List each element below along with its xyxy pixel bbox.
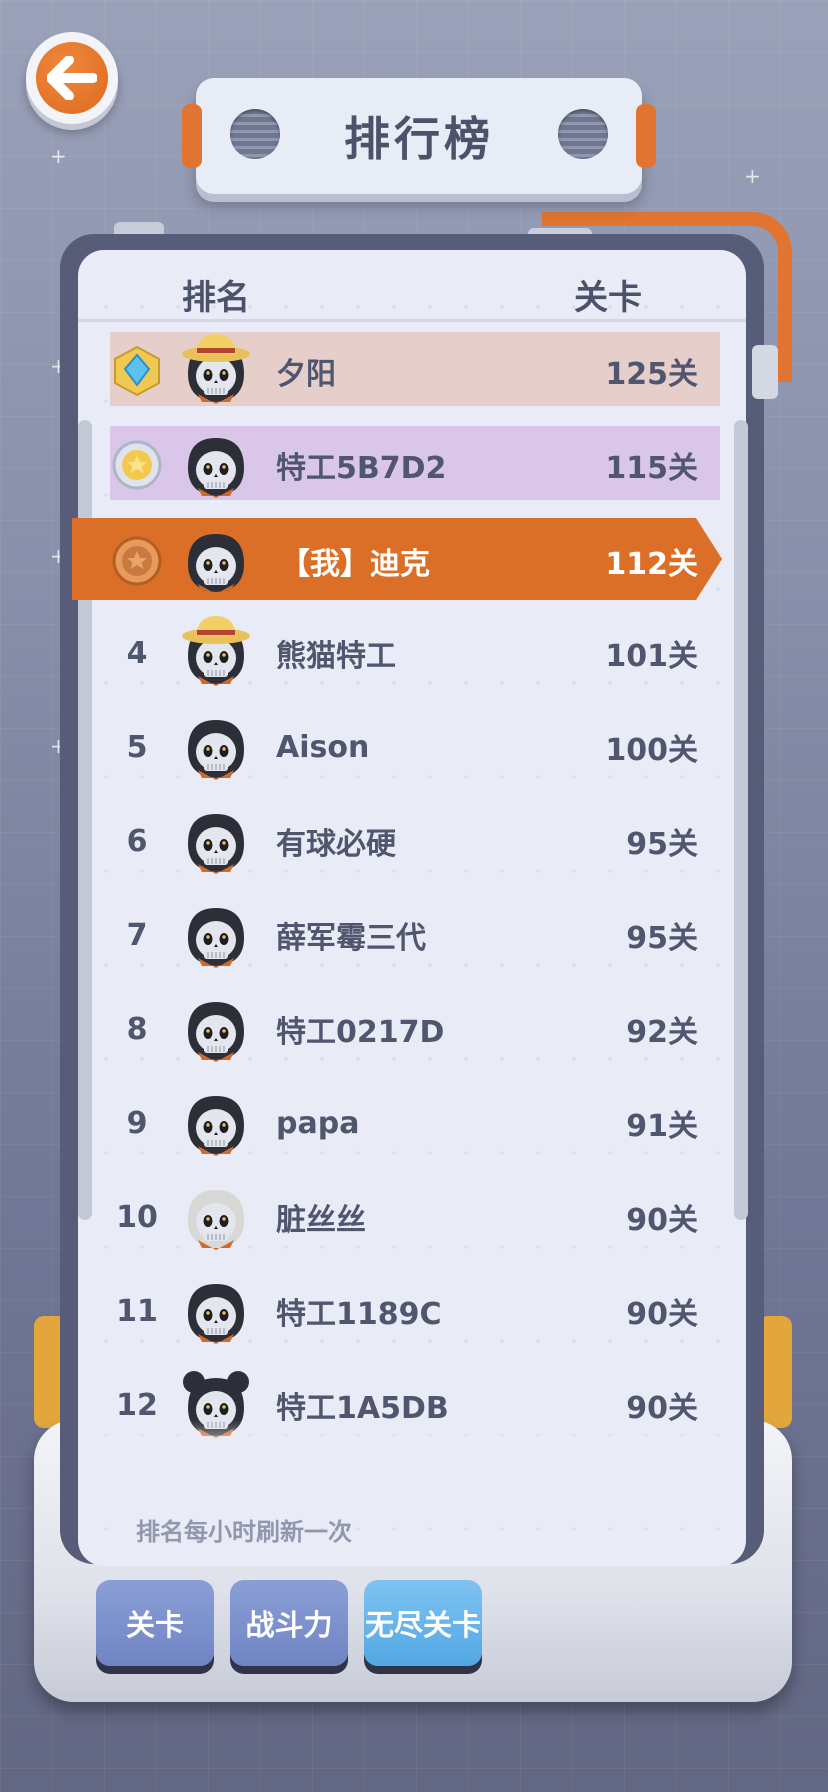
title-plate: 排行榜: [182, 78, 656, 194]
tab-level-label: 关卡: [125, 1608, 184, 1642]
table-row[interactable]: 6 有球必硬 95关: [78, 794, 746, 888]
avatar[interactable]: [182, 334, 250, 406]
title-plate-tab: [636, 104, 656, 168]
player-level: 101关: [605, 639, 698, 674]
player-name: 熊猫特工: [276, 639, 396, 674]
rank-column-header: 排名: [182, 278, 250, 318]
player-name: 特工1189C: [276, 1297, 442, 1332]
bolt-icon: [558, 109, 608, 159]
player-name: 薛军霉三代: [276, 921, 426, 956]
table-row[interactable]: 9 papa 91关: [78, 1076, 746, 1170]
player-name: 【我】迪克: [280, 547, 430, 582]
table-row[interactable]: 8 特工0217D 92关: [78, 982, 746, 1076]
bronze-star-medal-icon: [102, 514, 172, 608]
player-level: 92关: [626, 1015, 698, 1050]
rank-number: 9: [126, 1105, 148, 1141]
avatar[interactable]: [182, 1274, 250, 1346]
hose-end-decor: [752, 345, 778, 399]
avatar[interactable]: [182, 616, 250, 688]
table-row[interactable]: 10 脏丝丝 90关: [78, 1170, 746, 1264]
avatar[interactable]: [182, 710, 250, 782]
list-fade: [78, 1420, 746, 1490]
player-name: 脏丝丝: [276, 1203, 366, 1238]
bolt-icon: [230, 109, 280, 159]
table-row[interactable]: 7 薛军霉三代 95关: [78, 888, 746, 982]
player-name: Aison: [276, 729, 370, 765]
avatar[interactable]: [182, 1086, 250, 1158]
player-name: 夕阳: [276, 357, 336, 392]
player-level: 115关: [605, 451, 698, 486]
refresh-note: 排名每小时刷新一次: [136, 1518, 352, 1546]
avatar[interactable]: [182, 992, 250, 1064]
my-rank-row[interactable]: 【我】迪克 112关: [78, 514, 746, 608]
table-row[interactable]: 特工5B7D2 115关: [78, 418, 746, 512]
player-level: 90关: [626, 1203, 698, 1238]
avatar[interactable]: [182, 1180, 250, 1252]
player-level: 125关: [605, 357, 698, 392]
avatar[interactable]: [182, 898, 250, 970]
diamond-medal-icon: [102, 324, 172, 418]
silver-star-medal-icon: [102, 418, 172, 512]
rank-number: 11: [116, 1293, 158, 1329]
plus-decor: +: [744, 164, 761, 188]
page-title: 排行榜: [344, 112, 494, 166]
table-row[interactable]: 5 Aison 100关: [78, 700, 746, 794]
rank-number: 8: [126, 1011, 148, 1047]
player-level: 100关: [605, 733, 698, 768]
player-level: 95关: [626, 827, 698, 862]
rank-number: 5: [126, 729, 148, 765]
tab-level[interactable]: 关卡: [96, 1580, 214, 1666]
tab-endless-label: 无尽关卡: [364, 1608, 481, 1642]
player-name: 特工5B7D2: [276, 451, 447, 486]
avatar[interactable]: [182, 804, 250, 876]
table-row[interactable]: 夕阳 125关: [78, 324, 746, 418]
leaderboard-list[interactable]: 夕阳 125关 特工5B7D2 115关 4 熊猫特工 101关 5 Aison…: [78, 324, 746, 1484]
player-name: 有球必硬: [276, 827, 396, 862]
title-plate-tab: [182, 104, 202, 168]
rank-number: 7: [126, 917, 148, 953]
player-level: 91关: [626, 1109, 698, 1144]
tab-power-label: 战斗力: [245, 1608, 333, 1642]
rank-number: 6: [126, 823, 148, 859]
rank-number: 4: [126, 635, 148, 671]
player-level: 112关: [605, 547, 698, 582]
player-name: papa: [276, 1105, 360, 1141]
player-level: 95关: [626, 921, 698, 956]
player-name: 特工0217D: [276, 1015, 445, 1050]
level-column-header: 关卡: [574, 278, 642, 318]
avatar[interactable]: [182, 428, 250, 500]
table-row[interactable]: 4 熊猫特工 101关: [78, 606, 746, 700]
back-button[interactable]: [26, 32, 118, 124]
table-header: 排名 关卡: [78, 262, 746, 322]
back-arrow-icon: [36, 42, 108, 114]
player-level: 90关: [626, 1297, 698, 1332]
tab-endless[interactable]: 无尽关卡: [364, 1580, 482, 1666]
table-row[interactable]: 11 特工1189C 90关: [78, 1264, 746, 1358]
rank-number: 10: [116, 1199, 158, 1235]
avatar[interactable]: [182, 524, 250, 596]
plus-decor: +: [50, 144, 67, 168]
tab-power[interactable]: 战斗力: [230, 1580, 348, 1666]
